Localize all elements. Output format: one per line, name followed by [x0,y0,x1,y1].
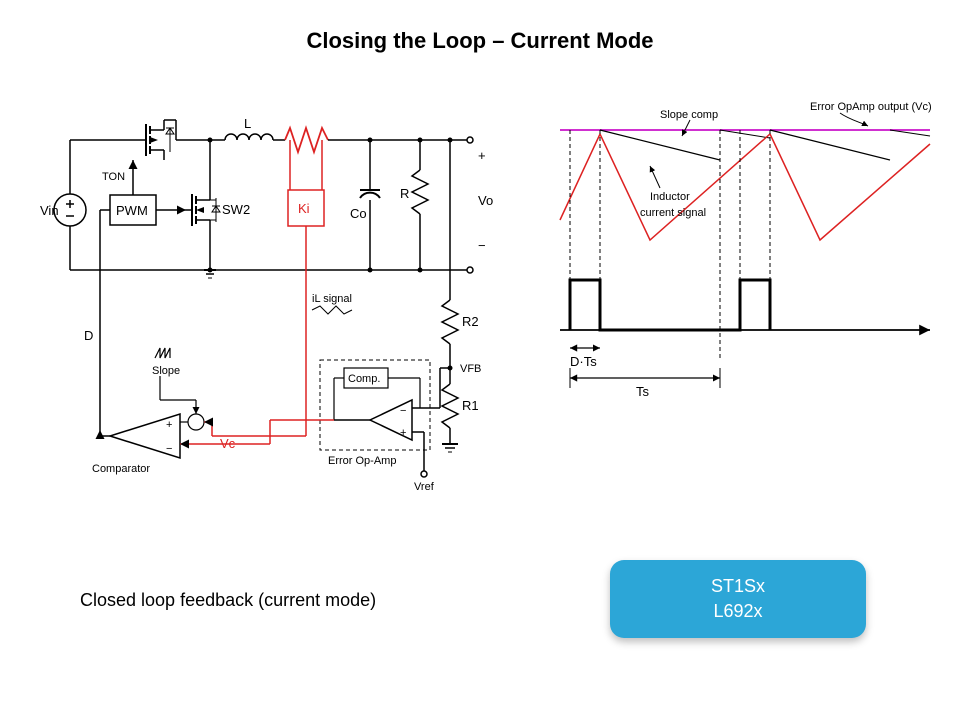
mosfet-sw2-icon [186,140,220,270]
label-comp: Comp. [348,373,380,385]
inductor-icon [225,134,273,140]
trace-slope-2 [770,130,890,160]
svg-text:−: − [400,405,406,417]
label-sw2: SW2 [222,202,250,217]
resistor-load-icon [412,170,428,214]
svg-text:−: − [166,443,172,455]
callout-line-1: ST1Sx [638,574,838,599]
label-d: D [84,328,93,343]
summing-node-icon [188,414,204,430]
label-comparator: Comparator [92,463,150,475]
product-callout: ST1Sx L692x [610,560,866,638]
label-slope: Slope [152,365,180,377]
trace-slope-1 [600,130,720,160]
ki-sense-icon: Ki [285,128,345,310]
label-r1: R1 [462,398,479,413]
trace-inductor-current [560,134,930,240]
trace-pwm-output [560,280,930,330]
label-il-signal: iL signal [312,293,352,305]
diagram-stage: Vin PWM TON [0,100,960,600]
label-ton: TON [102,171,125,183]
timing-diagram: Slope comp Error OpAmp output (Vc) Induc… [560,101,932,399]
label-error-opamp: Error Op-Amp [328,455,396,467]
resistor-r2-icon [442,300,458,344]
label-pwm: PWM [116,203,148,218]
label-vo-minus: − [478,238,486,253]
page-title: Closing the Loop – Current Mode [0,0,960,54]
label-dts: D·Ts [570,354,597,369]
resistor-r1-icon [442,384,458,428]
label-slope-comp: Slope comp [660,109,718,121]
label-vo: Vo [478,193,493,208]
svg-text:+: + [166,419,172,431]
label-inductor: Inductor [650,191,690,203]
label-co: Co [350,206,367,221]
label-current-signal: current signal [640,207,706,219]
callout-line-2: L692x [638,599,838,624]
label-ts: Ts [636,384,650,399]
label-vin: Vin [40,203,59,218]
diagram-svg: Vin PWM TON [0,100,960,600]
label-ki: Ki [298,201,310,216]
label-err-out: Error OpAmp output (Vc) [810,101,932,113]
label-r: R [400,186,409,201]
label-l: L [244,116,251,131]
mosfet-sw1-icon [132,120,176,156]
label-r2: R2 [462,314,479,329]
label-vo-plus: + [478,148,486,163]
label-vref: Vref [414,481,435,493]
schematic: Vin PWM TON [40,116,493,493]
label-vfb: VFB [460,363,481,375]
svg-text:+: + [400,427,406,439]
caption-text: Closed loop feedback (current mode) [80,590,376,611]
